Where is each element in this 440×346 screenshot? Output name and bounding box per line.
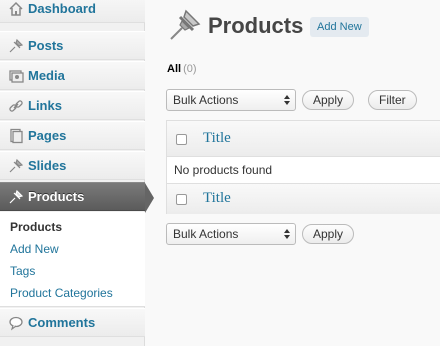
- menu-dashboard[interactable]: Dashboard: [0, 0, 145, 23]
- pages-icon: [7, 127, 25, 145]
- column-title-footer[interactable]: Title: [203, 190, 231, 207]
- bulk-actions-value: Bulk Actions: [173, 227, 239, 241]
- column-title[interactable]: Title: [203, 130, 231, 147]
- menu-pages[interactable]: Pages: [0, 121, 145, 150]
- menu-label: Comments: [28, 315, 96, 330]
- dashboard-icon: [7, 0, 25, 18]
- select-arrows-icon: [283, 93, 291, 107]
- table-header: Title: [167, 121, 440, 157]
- apply-button-top[interactable]: Apply: [302, 90, 355, 110]
- menu-media[interactable]: Media: [0, 61, 145, 90]
- menu-links[interactable]: Links: [0, 91, 145, 120]
- filter-all-count: (0): [183, 63, 197, 75]
- menu-label: Slides: [28, 158, 67, 173]
- submenu-add-new[interactable]: Add New: [10, 242, 59, 256]
- menu-label: Products: [28, 189, 85, 204]
- bulk-actions-value: Bulk Actions: [173, 93, 239, 107]
- menu-products[interactable]: Products: [0, 182, 154, 213]
- menu-label: Pages: [28, 128, 67, 143]
- bulk-actions-select-top[interactable]: Bulk Actions: [166, 89, 296, 111]
- pushpin-icon: [168, 8, 202, 42]
- pushpin-icon: [7, 37, 25, 55]
- submenu-tags[interactable]: Tags: [10, 264, 35, 278]
- filter-button[interactable]: Filter: [368, 90, 417, 110]
- page-title: Products: [208, 13, 304, 38]
- add-new-button[interactable]: Add New: [310, 17, 369, 37]
- pushpin-icon: [7, 188, 25, 206]
- menu-label: Media: [28, 68, 65, 83]
- menu-slides[interactable]: Slides: [0, 151, 145, 180]
- filter-all-link[interactable]: All: [167, 63, 181, 75]
- pushpin-icon: [7, 157, 25, 175]
- submenu-product-categories[interactable]: Product Categories: [10, 286, 113, 300]
- menu-comments[interactable]: Comments: [0, 308, 145, 337]
- submenu-products[interactable]: Products: [10, 220, 62, 234]
- select-all-checkbox-footer[interactable]: [176, 194, 187, 205]
- link-icon: [7, 97, 25, 115]
- status-filter: All (0): [167, 63, 197, 75]
- products-table: Title No products found Title: [166, 120, 440, 214]
- comment-icon: [7, 314, 25, 332]
- menu-label: Posts: [28, 38, 64, 53]
- select-all-checkbox[interactable]: [176, 134, 187, 145]
- admin-sidebar: Dashboard Posts Media Links Pages Slides: [0, 0, 154, 346]
- no-items-message: No products found: [174, 163, 273, 177]
- products-submenu: Products Add New Tags Product Categories: [0, 212, 145, 307]
- media-icon: [7, 67, 25, 85]
- menu-label: Links: [28, 98, 62, 113]
- table-footer: Title: [167, 183, 440, 214]
- main-content: Products Add New All (0) Bulk Actions App…: [146, 0, 440, 346]
- apply-button-bottom[interactable]: Apply: [302, 224, 355, 244]
- menu-posts[interactable]: Posts: [0, 31, 145, 60]
- menu-label: Dashboard: [28, 1, 96, 16]
- bulk-actions-select-bottom[interactable]: Bulk Actions: [166, 223, 296, 245]
- select-arrows-icon: [283, 227, 291, 241]
